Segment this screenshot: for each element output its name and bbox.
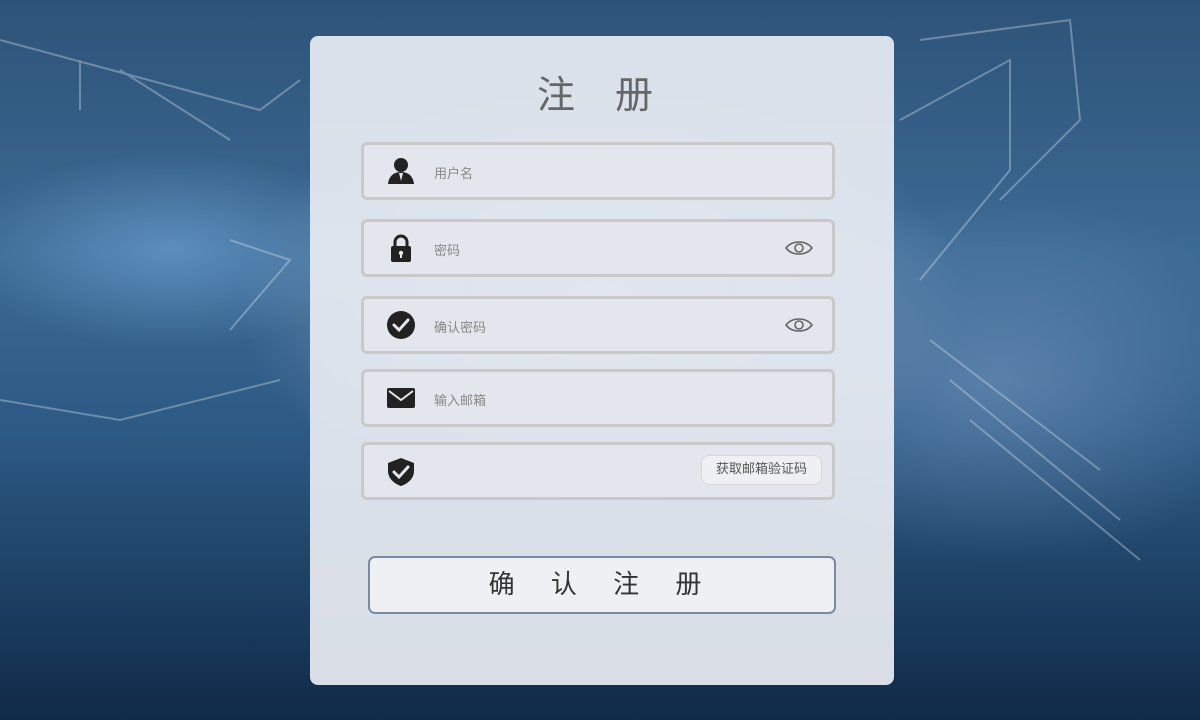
confirm-password-field[interactable]: 确认密码 — [361, 296, 835, 354]
envelope-icon — [386, 384, 416, 412]
email-placeholder: 输入邮箱 — [434, 394, 487, 409]
password-field[interactable]: 密码 — [361, 219, 835, 277]
shield-check-icon — [386, 457, 416, 486]
eye-icon[interactable] — [784, 238, 814, 258]
lock-icon — [386, 234, 416, 262]
email-field[interactable]: 输入邮箱 — [361, 369, 835, 427]
get-email-code-button[interactable]: 获取邮箱验证码 — [700, 455, 822, 485]
user-icon — [386, 157, 416, 185]
username-placeholder: 用户名 — [434, 167, 474, 182]
password-placeholder: 密码 — [434, 244, 461, 259]
check-circle-icon — [386, 311, 416, 339]
confirm-password-placeholder: 确认密码 — [434, 321, 487, 336]
verification-code-field[interactable]: 获取邮箱验证码 — [361, 442, 835, 500]
confirm-register-button[interactable]: 确 认 注 册 — [368, 556, 836, 614]
username-field[interactable]: 用户名 — [361, 142, 835, 200]
page-title: 注 册 — [536, 73, 668, 117]
eye-icon[interactable] — [784, 315, 814, 335]
